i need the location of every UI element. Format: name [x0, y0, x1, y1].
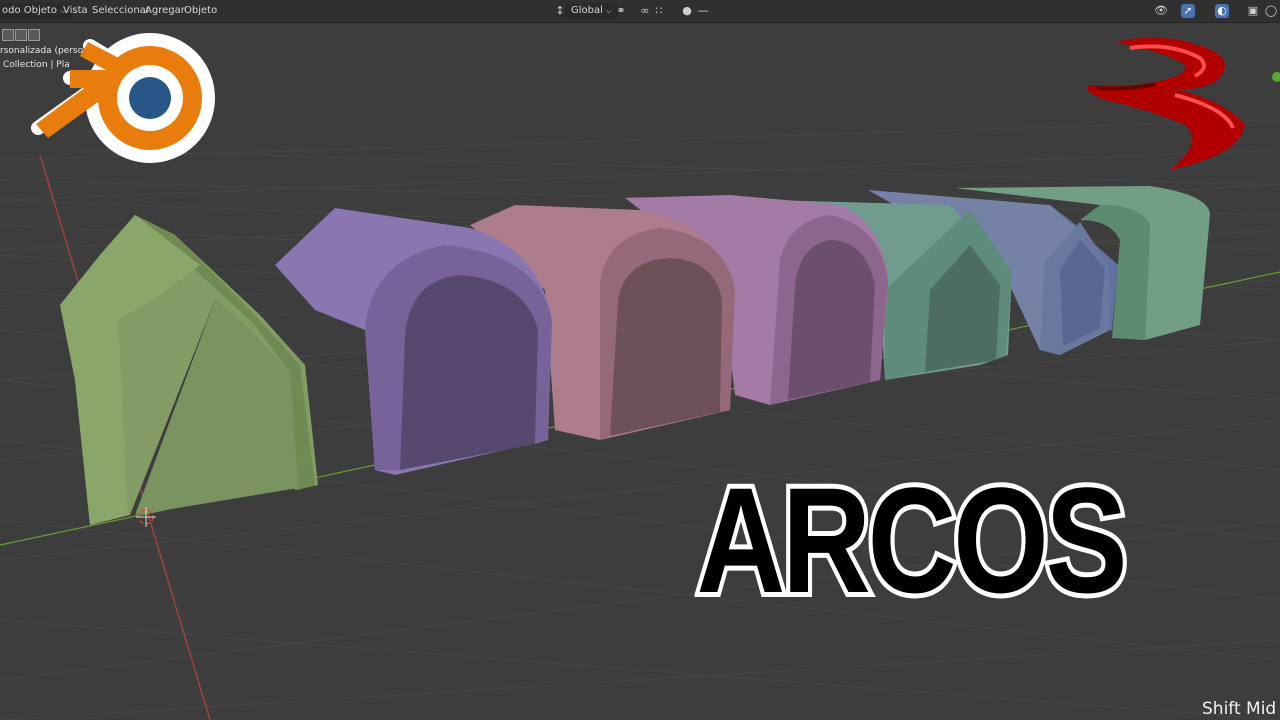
select-mode-icon[interactable] — [2, 29, 14, 41]
select-extend-icon[interactable] — [15, 29, 27, 41]
visibility-icon[interactable]: 👁 — [1154, 4, 1168, 18]
red-s-logo — [1087, 37, 1245, 170]
proportional-falloff-icon[interactable]: — — [696, 4, 710, 18]
mode-label: odo Objeto — [2, 5, 57, 16]
pivot-icon[interactable]: ⚭ — [614, 4, 628, 18]
snap-icon[interactable]: ∞ — [638, 4, 652, 18]
snap-target-icon[interactable]: ∷ — [652, 4, 666, 18]
mode-select[interactable]: odo Objeto ⌵ — [0, 3, 73, 19]
shortcut-hint: Shift Mid — [1202, 699, 1277, 719]
blender-logo — [31, 33, 215, 163]
title-overlay: ARCOS — [692, 451, 1131, 629]
xray-icon[interactable]: ▣ — [1246, 4, 1260, 18]
navigation-gizmo[interactable] — [1272, 72, 1280, 82]
overlay-icon[interactable]: ◐ — [1215, 4, 1229, 18]
transform-orientation-select[interactable]: Global ⌵ — [565, 3, 618, 19]
gizmo-icon[interactable]: ➚ — [1181, 4, 1195, 18]
transform-orientation-label: Global — [571, 5, 603, 16]
proportional-icon[interactable]: ● — [680, 4, 694, 18]
shading-icon[interactable]: ◯ — [1264, 4, 1278, 18]
chevron-down-icon: ⌵ — [605, 6, 612, 15]
